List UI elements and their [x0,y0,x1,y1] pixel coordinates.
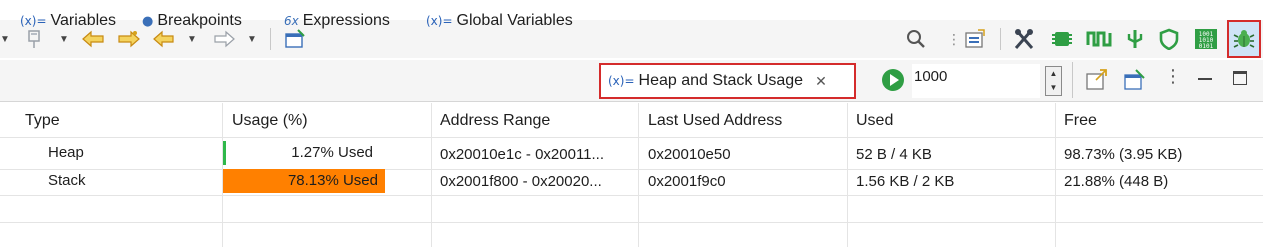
binary-icon[interactable]: 1001 1010 0101 [1192,20,1220,58]
column-header-free[interactable]: Free [1064,107,1097,135]
row-divider [0,222,1263,223]
usage-table: Type Usage (%) Address Range Last Used A… [0,103,1263,247]
tab-expressions[interactable]: 6x Expressions [284,8,390,34]
tab-breakpoints[interactable]: ● Breakpoints [142,8,242,34]
interval-spinner[interactable]: ▲ ▼ [1045,66,1062,96]
column-divider [638,103,639,247]
search-icon[interactable] [904,20,928,58]
column-header-address-range[interactable]: Address Range [440,107,550,135]
cell-address-range: 0x20010e1c - 0x20011... [440,146,605,163]
refresh-interval-input[interactable]: 1000 [912,64,1040,98]
column-header-used[interactable]: Used [856,107,893,135]
run-icon[interactable] [882,69,904,91]
cell-used: 52 B / 4 KB [856,146,932,163]
tab-heap-and-stack-usage[interactable]: (x)= Heap and Stack Usage ✕ [599,63,856,99]
maximize-icon[interactable] [1233,71,1247,85]
tab-variables[interactable]: (x)= Variables [20,8,116,34]
row-divider [0,195,1263,196]
tab-global-variables[interactable]: (x)= Global Variables [426,8,573,34]
probe-icon[interactable] [1122,20,1148,58]
minimize-icon[interactable] [1198,78,1212,80]
cell-usage: 1.27% Used [291,144,373,161]
cell-used: 1.56 KB / 2 KB [856,173,955,190]
column-header-usage[interactable]: Usage (%) [232,107,308,135]
close-icon[interactable]: ✕ [815,73,827,90]
cell-free: 21.88% (448 B) [1064,173,1169,190]
tab-label: Expressions [302,12,390,29]
toolbar-separator [1000,28,1001,50]
svg-text:0101: 0101 [1199,43,1214,50]
next-dropdown-icon[interactable]: ▼ [246,20,258,58]
forward-arrow-icon[interactable] [114,20,142,58]
shield-icon[interactable] [1154,20,1184,58]
toolbar-separator [270,28,271,50]
cell-free: 98.73% (3.95 KB) [1064,146,1183,163]
cell-type: Stack [48,172,86,189]
export-icon[interactable] [1084,68,1108,96]
tab-label: Global Variables [456,12,573,29]
column-header-last-used-address[interactable]: Last Used Address [648,107,782,135]
tab-label: Breakpoints [157,12,242,29]
cell-address-range: 0x2001f800 - 0x20020... [440,173,602,190]
column-divider [847,103,848,247]
variables-icon: (x)= [20,14,47,28]
toolbar-separator [1072,62,1073,98]
column-header-type[interactable]: Type [25,107,60,135]
view-menu-icon[interactable]: ⋮ [1164,66,1182,87]
signal-icon[interactable] [1084,20,1114,58]
cell-last-used-address: 0x2001f9c0 [648,173,726,190]
cell-usage: 78.13% Used [287,172,378,189]
view-menu-icon[interactable] [962,20,988,58]
spinner-up-icon[interactable]: ▲ [1046,67,1061,81]
column-divider [1055,103,1056,247]
tab-label: Heap and Stack Usage [638,72,804,89]
tab-label: Variables [50,12,117,29]
tools-icon[interactable] [1010,20,1038,58]
cell-last-used-address: 0x20010e50 [648,146,731,163]
chip-icon[interactable] [1048,20,1076,58]
bug-icon[interactable] [1227,20,1261,58]
variables-icon: (x)= [426,14,453,28]
breakpoint-icon: ● [142,13,154,29]
variables-icon: (x)= [608,74,635,88]
grip-icon: ⋮ [947,30,961,47]
open-window-icon[interactable] [1122,68,1146,96]
dropdown-icon[interactable]: ▼ [0,20,10,58]
cell-type: Heap [48,144,84,161]
column-divider [431,103,432,247]
header-divider [0,137,1263,138]
spinner-down-icon[interactable]: ▼ [1046,81,1061,95]
expressions-icon: 6x [284,14,299,28]
